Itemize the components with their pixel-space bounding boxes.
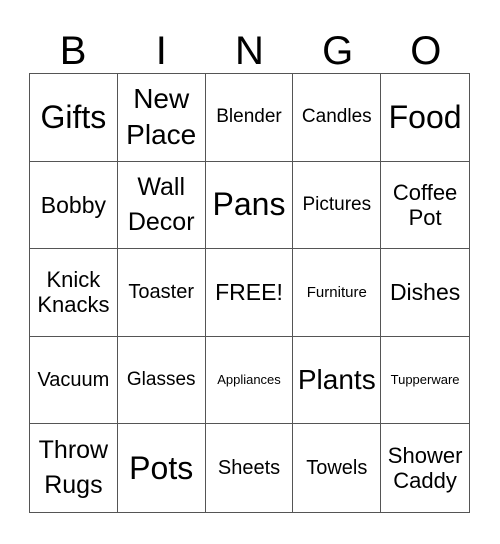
bingo-cell[interactable]: Appliances bbox=[205, 336, 294, 425]
header-letter-n: N bbox=[235, 29, 264, 73]
bingo-card-grid: Gifts New Place Blender Candles Food Bob… bbox=[29, 73, 470, 513]
bingo-cell[interactable]: Pictures bbox=[293, 161, 382, 250]
bingo-cell[interactable]: Gifts bbox=[30, 74, 118, 162]
bingo-cell[interactable]: Candles bbox=[293, 74, 382, 162]
header-letter-i: I bbox=[155, 29, 167, 73]
bingo-cell[interactable]: Toaster bbox=[117, 249, 206, 337]
bingo-cell[interactable]: Food bbox=[381, 74, 469, 162]
bingo-cell[interactable]: Pots bbox=[118, 424, 206, 512]
bingo-cell[interactable]: Vacuum bbox=[30, 336, 118, 425]
bingo-cell[interactable]: Furniture bbox=[293, 249, 382, 337]
bingo-cell[interactable]: Shower Caddy bbox=[381, 424, 469, 512]
bingo-cell[interactable]: Blender bbox=[205, 74, 294, 162]
bingo-cell[interactable]: Wall Decor bbox=[117, 161, 206, 250]
bingo-cell[interactable]: Tupperware bbox=[381, 337, 469, 425]
free-space-cell[interactable]: FREE! bbox=[205, 249, 294, 337]
bingo-header: B I N G O bbox=[29, 30, 470, 72]
bingo-cell[interactable]: Towels bbox=[293, 424, 382, 512]
bingo-cell[interactable]: Plants bbox=[293, 336, 382, 425]
bingo-cell[interactable]: New Place bbox=[117, 74, 206, 162]
bingo-cell[interactable]: Sheets bbox=[206, 424, 294, 512]
bingo-cell[interactable]: Knick Knacks bbox=[30, 249, 118, 337]
bingo-cell[interactable]: Dishes bbox=[381, 249, 469, 337]
bingo-cell[interactable]: Throw Rugs bbox=[30, 424, 118, 512]
bingo-cell[interactable]: Glasses bbox=[117, 336, 206, 425]
bingo-cell[interactable]: Pans bbox=[205, 161, 294, 250]
header-letter-o: O bbox=[410, 29, 442, 73]
header-letter-g: G bbox=[322, 29, 354, 73]
bingo-cell[interactable]: Bobby bbox=[30, 161, 118, 250]
bingo-cell[interactable]: Coffee Pot bbox=[381, 162, 469, 250]
header-letter-b: B bbox=[59, 29, 87, 73]
